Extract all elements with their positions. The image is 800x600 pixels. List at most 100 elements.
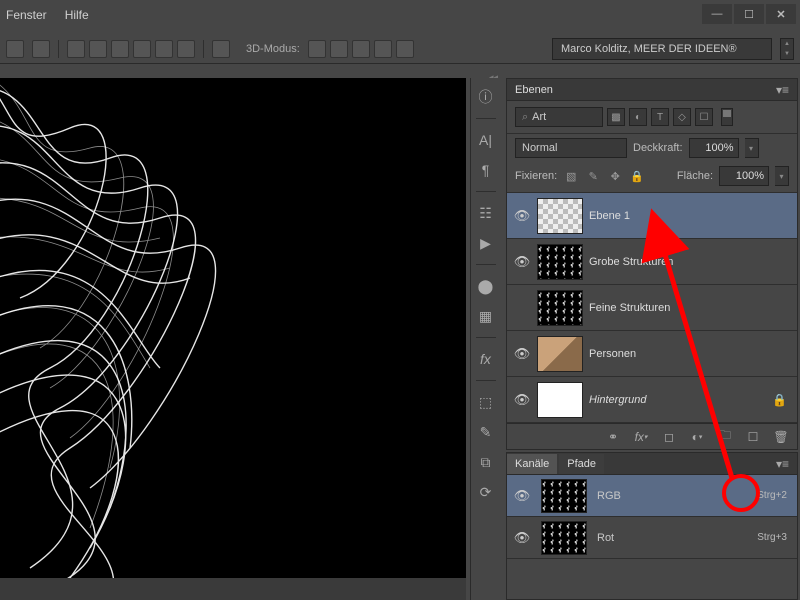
layer-fx-icon[interactable]: fx▾	[633, 429, 649, 445]
canvas-image[interactable]	[0, 78, 466, 578]
new-group-icon[interactable]: 🗀	[717, 429, 733, 445]
channel-thumb[interactable]	[541, 521, 587, 555]
opt-icon[interactable]	[6, 40, 24, 58]
layer-thumb[interactable]	[537, 336, 583, 372]
opacity-value[interactable]: 100%	[689, 138, 739, 158]
align-icon[interactable]	[111, 40, 129, 58]
visibility-icon[interactable]: 👁	[513, 253, 531, 271]
filter-shape-icon[interactable]: ◇	[673, 108, 691, 126]
layer-name[interactable]: Personen	[589, 348, 791, 360]
channels-list: 👁 RGB Strg+2 👁 Rot Strg+3	[507, 475, 797, 559]
window-close-button[interactable]: ✕	[766, 4, 796, 24]
visibility-icon[interactable]: 👁	[513, 529, 531, 547]
layer-name[interactable]: Hintergrund	[589, 394, 766, 406]
panel-tab-channels[interactable]: Kanäle	[507, 454, 557, 474]
swatches-icon[interactable]: ▦	[475, 305, 497, 327]
fill-dropdown-icon[interactable]: ▾	[775, 166, 789, 186]
visibility-icon[interactable]: 👁	[513, 207, 531, 225]
blend-mode-select[interactable]: Normal	[515, 138, 627, 158]
navigator-icon[interactable]: ⬚	[475, 391, 497, 413]
workspace-stepper[interactable]: ▲▼	[780, 38, 794, 60]
history-icon[interactable]: ⟳	[475, 481, 497, 503]
align-icon[interactable]	[155, 40, 173, 58]
layer-thumb[interactable]	[537, 290, 583, 326]
delete-layer-icon[interactable]: 🗑	[773, 429, 789, 445]
separator	[58, 40, 59, 58]
separator	[476, 191, 496, 192]
visibility-icon[interactable]: 👁	[513, 345, 531, 363]
separator	[476, 380, 496, 381]
play-icon[interactable]: ▶	[475, 232, 497, 254]
align-icon[interactable]	[67, 40, 85, 58]
mode3d-icon[interactable]	[352, 40, 370, 58]
opacity-label: Deckkraft:	[633, 142, 683, 154]
distribute-icon[interactable]	[212, 40, 230, 58]
lock-position-icon[interactable]: ✥	[607, 168, 623, 184]
layer-row[interactable]: Feine Strukturen	[507, 285, 797, 331]
mode3d-icon[interactable]	[396, 40, 414, 58]
filter-toggle[interactable]	[721, 108, 733, 126]
lock-pixels-icon[interactable]: ✎	[585, 168, 601, 184]
align-icon[interactable]	[89, 40, 107, 58]
new-layer-icon[interactable]: ☐	[745, 429, 761, 445]
layer-name[interactable]: Feine Strukturen	[589, 302, 791, 314]
visibility-icon[interactable]	[513, 299, 531, 317]
clone-icon[interactable]: ⧉	[475, 451, 497, 473]
channel-row[interactable]: 👁 RGB Strg+2	[507, 475, 797, 517]
layer-row[interactable]: 👁 Grobe Strukturen	[507, 239, 797, 285]
lock-all-icon[interactable]: 🔒	[629, 168, 645, 184]
filter-pixel-icon[interactable]: ▩	[607, 108, 625, 126]
separator	[476, 118, 496, 119]
character-icon[interactable]: A|	[475, 129, 497, 151]
filter-smart-icon[interactable]: ☐	[695, 108, 713, 126]
info-icon[interactable]: ⓘ	[475, 86, 497, 108]
visibility-icon[interactable]: 👁	[513, 391, 531, 409]
channel-name: RGB	[597, 490, 621, 502]
layer-filter-kind[interactable]: Art	[515, 107, 603, 127]
brush-icon[interactable]: ✎	[475, 421, 497, 443]
channel-thumb[interactable]	[541, 479, 587, 513]
channel-row[interactable]: 👁 Rot Strg+3	[507, 517, 797, 559]
layer-thumb[interactable]	[537, 244, 583, 280]
mode3d-icon[interactable]	[374, 40, 392, 58]
panel-menu-icon[interactable]: ▾≡	[776, 83, 789, 97]
visibility-icon[interactable]: 👁	[513, 487, 531, 505]
styles-icon[interactable]: fx	[475, 348, 497, 370]
layer-name[interactable]: Grobe Strukturen	[589, 256, 791, 268]
opacity-dropdown-icon[interactable]: ▾	[745, 138, 759, 158]
layer-mask-icon[interactable]: ◻	[661, 429, 677, 445]
menu-fenster[interactable]: Fenster	[6, 8, 47, 22]
align-icon[interactable]	[177, 40, 195, 58]
lock-transparency-icon[interactable]: ▧	[563, 168, 579, 184]
align-icon[interactable]	[133, 40, 151, 58]
layers-footer: ⚭ fx▾ ◻ ◐▾ 🗀 ☐ 🗑	[507, 423, 797, 449]
menubar: Fenster Hilfe	[0, 8, 89, 22]
layer-thumb[interactable]	[537, 382, 583, 418]
opt-icon[interactable]	[32, 40, 50, 58]
layer-row[interactable]: 👁 Ebene 1	[507, 193, 797, 239]
fill-value[interactable]: 100%	[719, 166, 769, 186]
mode3d-icon[interactable]	[330, 40, 348, 58]
channel-shortcut: Strg+3	[757, 532, 787, 543]
link-layers-icon[interactable]: ⚭	[605, 429, 621, 445]
adjustment-icon[interactable]: ◐▾	[689, 429, 705, 445]
presets-icon[interactable]: ☷	[475, 202, 497, 224]
filter-type-icon[interactable]: T	[651, 108, 669, 126]
layer-thumb[interactable]	[537, 198, 583, 234]
color-icon[interactable]: ⬤	[475, 275, 497, 297]
mode3d-icon[interactable]	[308, 40, 326, 58]
workspace-switcher[interactable]: Marco Kolditz, MEER DER IDEEN®	[552, 38, 772, 60]
layer-row[interactable]: 👁 Personen	[507, 331, 797, 377]
panel-tab-paths[interactable]: Pfade	[559, 454, 604, 474]
panel-tab-layers[interactable]: Ebenen	[515, 84, 553, 96]
window-max-button[interactable]: ☐	[734, 4, 764, 24]
window-min-button[interactable]: —	[702, 4, 732, 24]
paragraph-icon[interactable]: ¶	[475, 159, 497, 181]
layer-row[interactable]: 👁 Hintergrund 🔒	[507, 377, 797, 423]
layers-list: 👁 Ebene 1 👁 Grobe Strukturen Feine Struk…	[507, 193, 797, 423]
panel-menu-icon[interactable]: ▾≡	[776, 457, 797, 471]
layer-name[interactable]: Ebene 1	[589, 210, 791, 222]
menu-hilfe[interactable]: Hilfe	[65, 8, 89, 22]
lock-label: Fixieren:	[515, 170, 557, 182]
filter-adjustment-icon[interactable]: ◐	[629, 108, 647, 126]
